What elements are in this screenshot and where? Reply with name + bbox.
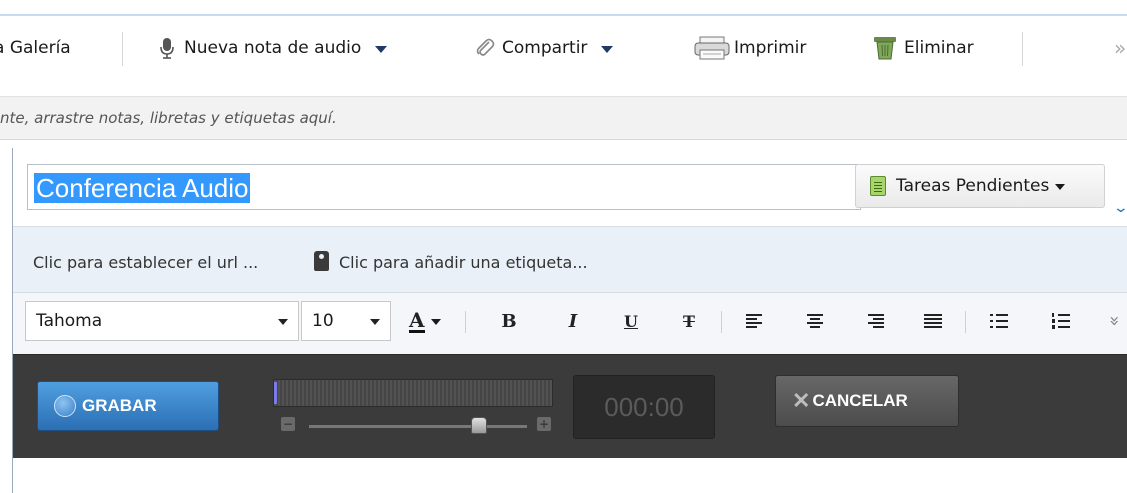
printer-icon <box>694 36 730 60</box>
note-body-editor[interactable] <box>13 458 1127 493</box>
toolbar-separator <box>122 32 123 66</box>
input-level-fill <box>274 382 277 404</box>
volume-plus-icon[interactable]: + <box>537 417 551 431</box>
notebook-icon <box>870 176 886 196</box>
volume-slider-thumb[interactable] <box>471 417 488 434</box>
align-left-icon <box>746 313 764 329</box>
volume-slider-track[interactable] <box>309 425 527 428</box>
gallery-button[interactable]: a Galería <box>0 36 71 60</box>
new-audio-note-label: Nueva nota de audio <box>184 38 362 58</box>
share-button[interactable]: Compartir <box>474 36 614 60</box>
numbered-list-icon <box>1052 313 1070 329</box>
expand-chevron-icon[interactable]: ⌄ <box>1113 200 1127 216</box>
font-family-value: Tahoma <box>36 311 103 331</box>
align-center-icon <box>806 313 824 329</box>
cancel-label: CANCELAR <box>812 391 908 410</box>
font-size-value: 10 <box>312 311 334 331</box>
chevron-down-icon <box>370 319 380 325</box>
toolbar-separator <box>1022 32 1023 66</box>
format-separator <box>721 311 722 333</box>
note-title-text: Conferencia Audio <box>34 173 251 203</box>
source-url-field[interactable]: Clic para establecer el url ... <box>33 253 258 272</box>
print-button[interactable]: Imprimir <box>694 36 806 60</box>
bulleted-list-button[interactable] <box>985 307 1013 335</box>
note-attributes-bar: Clic para establecer el url ... Clic par… <box>13 226 1127 292</box>
microphone-icon <box>160 38 174 59</box>
notebook-selector[interactable]: Tareas Pendientes <box>855 164 1105 208</box>
note-title-input[interactable]: Conferencia Audio <box>27 164 861 210</box>
main-toolbar: a Galería Nueva nota de audio Compartir … <box>0 16 1127 78</box>
delete-label: Eliminar <box>904 38 974 58</box>
cancel-button[interactable]: ✕ CANCELAR <box>775 375 959 427</box>
notebook-label: Tareas Pendientes <box>896 176 1050 196</box>
note-header: Conferencia Audio Tareas Pendientes ⌄ <box>13 148 1127 226</box>
more-formatting-icon[interactable]: » <box>1101 307 1127 335</box>
align-left-button[interactable] <box>741 307 769 335</box>
chevron-down-icon <box>430 319 441 325</box>
recording-timer: 000:00 <box>573 375 715 439</box>
record-icon <box>54 395 76 417</box>
font-color-icon: A <box>409 307 425 333</box>
justify-icon <box>924 313 942 329</box>
paperclip-icon <box>476 38 495 56</box>
volume-minus-icon[interactable]: − <box>281 417 295 431</box>
shortcuts-drop-area[interactable]: nte, arrastre notas, libretas y etiqueta… <box>0 96 1127 140</box>
tag-icon <box>314 251 329 271</box>
share-label: Compartir <box>502 38 588 58</box>
align-right-button[interactable] <box>861 307 889 335</box>
record-label: GRABAR <box>82 396 157 415</box>
note-editor: Conferencia Audio Tareas Pendientes ⌄ Cl… <box>12 148 1127 493</box>
chevron-down-icon <box>1055 184 1066 190</box>
chevron-down-icon[interactable] <box>601 46 614 53</box>
input-level-meter <box>273 379 553 407</box>
print-label: Imprimir <box>734 38 807 58</box>
close-icon: ✕ <box>792 388 811 413</box>
italic-button[interactable]: I <box>559 307 587 335</box>
align-right-icon <box>866 313 884 329</box>
format-separator <box>965 311 966 333</box>
bulleted-list-icon <box>990 313 1008 329</box>
chevron-down-icon <box>278 319 288 325</box>
align-center-button[interactable] <box>801 307 829 335</box>
record-button[interactable]: GRABAR <box>37 381 219 431</box>
numbered-list-button[interactable] <box>1047 307 1075 335</box>
toolbar-overflow-icon[interactable]: » <box>1114 36 1126 60</box>
underline-button[interactable]: U <box>617 307 645 335</box>
shortcuts-hint: nte, arrastre notas, libretas y etiqueta… <box>0 109 337 127</box>
audio-recorder-bar: GRABAR − + 000:00 ✕ CANCELAR <box>13 354 1127 458</box>
font-size-select[interactable]: 10 <box>301 301 391 341</box>
font-family-select[interactable]: Tahoma <box>25 301 299 341</box>
new-audio-note-button[interactable]: Nueva nota de audio <box>160 36 388 60</box>
justify-button[interactable] <box>919 307 947 335</box>
bold-button[interactable]: B <box>495 307 523 335</box>
delete-button[interactable]: Eliminar <box>872 36 974 60</box>
formatting-toolbar: Tahoma 10 A B I U T » <box>13 292 1127 354</box>
gallery-label: a Galería <box>0 38 71 58</box>
strikethrough-button[interactable]: T <box>675 307 703 335</box>
add-tag-field[interactable]: Clic para añadir una etiqueta... <box>339 253 588 272</box>
trash-icon <box>874 37 896 60</box>
format-separator <box>465 311 466 333</box>
font-color-button[interactable]: A <box>409 307 453 335</box>
chevron-down-icon[interactable] <box>375 46 388 53</box>
